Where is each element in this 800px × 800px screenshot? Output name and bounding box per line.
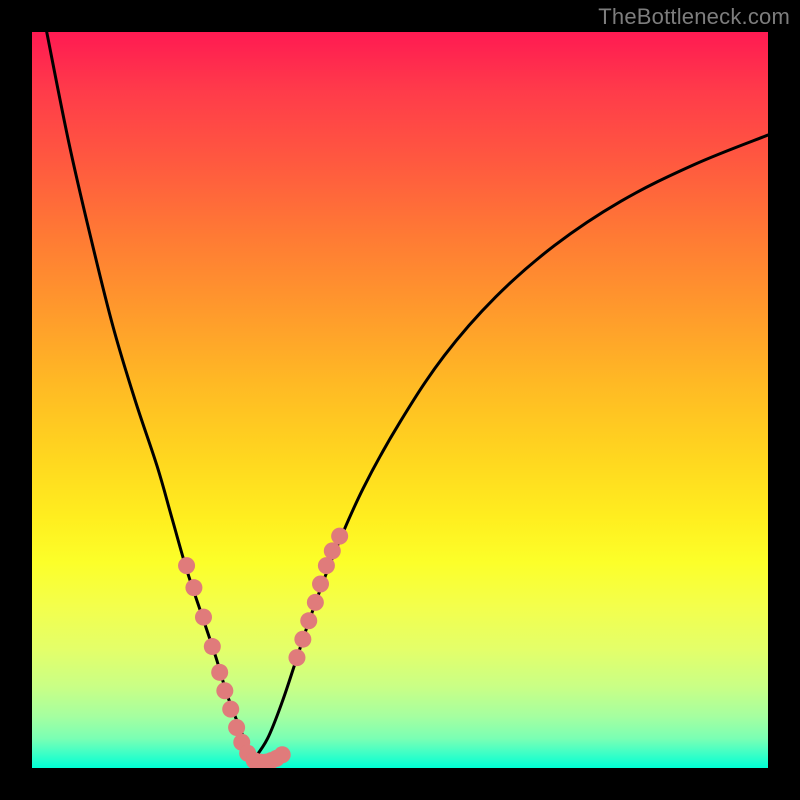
marker-dot xyxy=(312,576,329,593)
marker-dot xyxy=(307,594,324,611)
marker-dot xyxy=(185,579,202,596)
plot-area xyxy=(32,32,768,768)
marker-dot xyxy=(288,649,305,666)
marker-dot xyxy=(294,631,311,648)
marker-dot xyxy=(222,701,239,718)
marker-dot xyxy=(216,682,233,699)
curve-left-branch xyxy=(47,32,253,761)
marker-dot xyxy=(318,557,335,574)
marker-dot xyxy=(228,719,245,736)
watermark-text: TheBottleneck.com xyxy=(598,4,790,30)
marker-dot xyxy=(211,664,228,681)
marker-group-left xyxy=(178,557,291,768)
marker-dot xyxy=(300,612,317,629)
marker-dot xyxy=(274,746,291,763)
marker-dot xyxy=(204,638,221,655)
curve-layer xyxy=(32,32,768,768)
marker-dot xyxy=(331,528,348,545)
curve-right-branch xyxy=(253,135,768,761)
marker-dot xyxy=(195,609,212,626)
marker-group-right xyxy=(288,528,348,666)
chart-stage: TheBottleneck.com xyxy=(0,0,800,800)
marker-dot xyxy=(178,557,195,574)
marker-dot xyxy=(324,542,341,559)
